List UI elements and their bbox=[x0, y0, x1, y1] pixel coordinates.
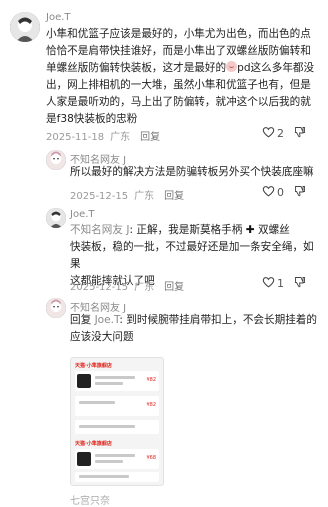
comment-meta: 2025-12-15 广东 回复 bbox=[70, 282, 185, 293]
comment-text: 所以最好的解决方法是防骗转板另外买个快装底座嘛 bbox=[70, 166, 314, 178]
avatar[interactable] bbox=[46, 150, 66, 170]
comment-meta: 2025-11-18 广东 回复 bbox=[46, 132, 161, 143]
heart-icon[interactable] bbox=[262, 126, 275, 141]
product-row: ¥82 bbox=[75, 371, 159, 391]
like-controls: 2 bbox=[262, 126, 306, 141]
product-row: ¥82 bbox=[75, 396, 159, 416]
product-row bbox=[75, 420, 159, 434]
store-name: 天猫·小隼旗舰店 bbox=[75, 363, 112, 369]
thumbs-down-icon[interactable] bbox=[294, 276, 306, 291]
like-controls: 0 bbox=[262, 185, 306, 200]
comment-meta: 2025-12-15 广东 回复 bbox=[70, 191, 185, 202]
mention-link[interactable]: Joe.T bbox=[95, 314, 120, 326]
face-emoji-icon bbox=[226, 61, 238, 72]
product-thumbnail bbox=[77, 452, 91, 466]
product-price: ¥82 bbox=[146, 402, 156, 408]
product-row: ¥68 bbox=[75, 449, 159, 469]
comment-text: 小隼和优篮子应该是最好的，小隼尤为出色，而出色的点 恰恰不是肩带快挂谁好，而是小… bbox=[46, 28, 315, 125]
store-name: 天猫·小隼旗舰店 bbox=[75, 441, 112, 447]
thumbs-down-icon[interactable] bbox=[294, 185, 306, 200]
avatar[interactable] bbox=[10, 12, 40, 42]
reply-button[interactable]: 回复 bbox=[164, 191, 184, 202]
product-price: ¥68 bbox=[146, 455, 156, 461]
like-count: 2 bbox=[277, 127, 284, 140]
reply-button[interactable]: 回复 bbox=[140, 132, 160, 143]
product-thumbnail bbox=[77, 374, 91, 388]
comment-text: 回复 Joe.T: 到时候腕带挂肩带扣上，不会长期挂着的 应该没大问题 bbox=[70, 314, 317, 343]
attached-screenshot[interactable]: 天猫·小隼旗舰店 ¥82 ¥82 天猫·小隼旗舰店 ¥68 bbox=[70, 357, 164, 486]
product-price: ¥82 bbox=[146, 377, 156, 383]
like-count: 1 bbox=[277, 277, 284, 290]
avatar[interactable] bbox=[46, 298, 66, 318]
comment-author[interactable]: Joe.T bbox=[70, 209, 95, 220]
comment-author[interactable]: Joe.T bbox=[46, 12, 71, 23]
product-row bbox=[75, 472, 159, 482]
plus-icon: ✚ bbox=[245, 224, 255, 236]
heart-icon[interactable] bbox=[262, 185, 275, 200]
reply-button[interactable]: 回复 bbox=[164, 282, 184, 293]
heart-icon[interactable] bbox=[262, 276, 275, 291]
mention-link[interactable]: 不知名网友 J bbox=[70, 224, 129, 236]
like-controls: 1 bbox=[262, 276, 306, 291]
like-count: 0 bbox=[277, 186, 284, 199]
avatar[interactable] bbox=[46, 208, 66, 228]
thumbs-down-icon[interactable] bbox=[294, 126, 306, 141]
